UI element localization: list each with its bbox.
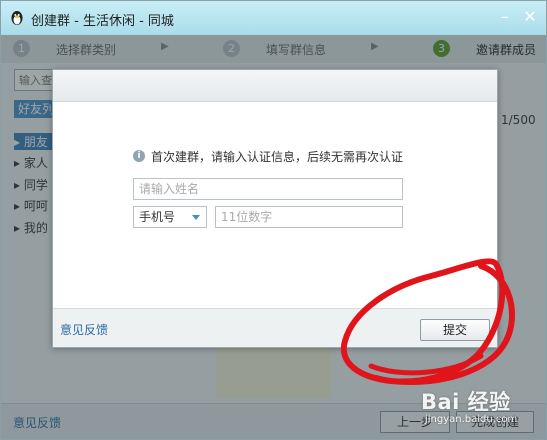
phone-number-input[interactable] — [215, 206, 403, 228]
contact-type-value: 手机号 — [139, 210, 176, 224]
baidu-jingyan-watermark: Bai 经验 jingyan.baidu.com — [421, 386, 546, 438]
minimize-button[interactable]: – — [496, 9, 514, 27]
dialog-feedback-link[interactable]: 意见反馈 — [60, 321, 108, 338]
watermark-brand: Bai 经验 — [421, 390, 511, 414]
dialog-header — [53, 70, 497, 102]
red-circle-annotation — [340, 258, 515, 385]
info-icon: i — [133, 150, 145, 162]
contact-type-select[interactable]: 手机号 — [133, 206, 207, 228]
caret-down-icon — [192, 215, 200, 220]
create-group-window: 创建群 - 生活休闲 - 同城 – ✕ 1 选择群类别 ▶ 2 填写群信息 ▶ … — [0, 0, 547, 440]
verification-notice: 首次建群，请输入认证信息，后续无需再次认证 — [151, 150, 404, 164]
qq-penguin-icon — [11, 11, 23, 25]
title-bar: 创建群 - 生活休闲 - 同城 – ✕ — [1, 1, 546, 35]
name-input[interactable] — [133, 178, 403, 200]
watermark-url: jingyan.baidu.com — [425, 414, 518, 425]
window-title: 创建群 - 生活休闲 - 同城 — [31, 14, 174, 29]
close-button[interactable]: ✕ — [521, 9, 539, 27]
